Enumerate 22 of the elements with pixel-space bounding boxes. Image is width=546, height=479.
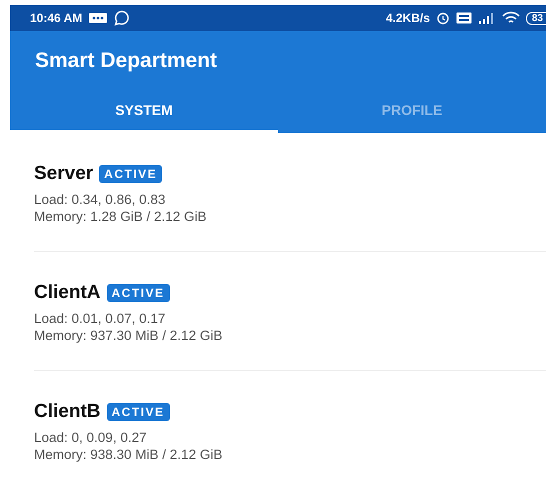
network-speed: 4.2KB/s: [386, 11, 430, 25]
message-icon: [88, 12, 108, 24]
status-badge: ACTIVE: [106, 403, 170, 421]
memory-text: Memory: 937.30 MiB / 2.12 GiB: [34, 327, 224, 344]
machine-name: ClientA: [34, 282, 100, 304]
status-badge: ACTIVE: [106, 284, 170, 302]
machine-name: ClientB: [34, 401, 100, 423]
battery-indicator: 83: [526, 12, 546, 24]
status-time: 10:46 AM: [30, 11, 82, 25]
load-text: Load: 0.34, 0.86, 0.83: [34, 191, 166, 208]
chat-icon: [114, 10, 130, 26]
tab[interactable]: SYSTEM: [10, 93, 278, 133]
alarm-icon: [436, 11, 450, 25]
load-text: Load: 0.01, 0.07, 0.17: [34, 310, 166, 327]
memory-text: Memory: 938.30 MiB / 2.12 GiB: [34, 446, 224, 463]
load-text: Load: 0, 0.09, 0.27: [34, 429, 148, 446]
status-badge: ACTIVE: [99, 165, 162, 183]
wifi-icon: [502, 11, 520, 25]
memory-text: Memory: 1.28 GiB / 2.12 GiB: [34, 208, 208, 225]
signal-icon: [478, 12, 496, 24]
machine-name: Server: [34, 163, 94, 185]
app-title: Smart Department: [34, 48, 218, 74]
